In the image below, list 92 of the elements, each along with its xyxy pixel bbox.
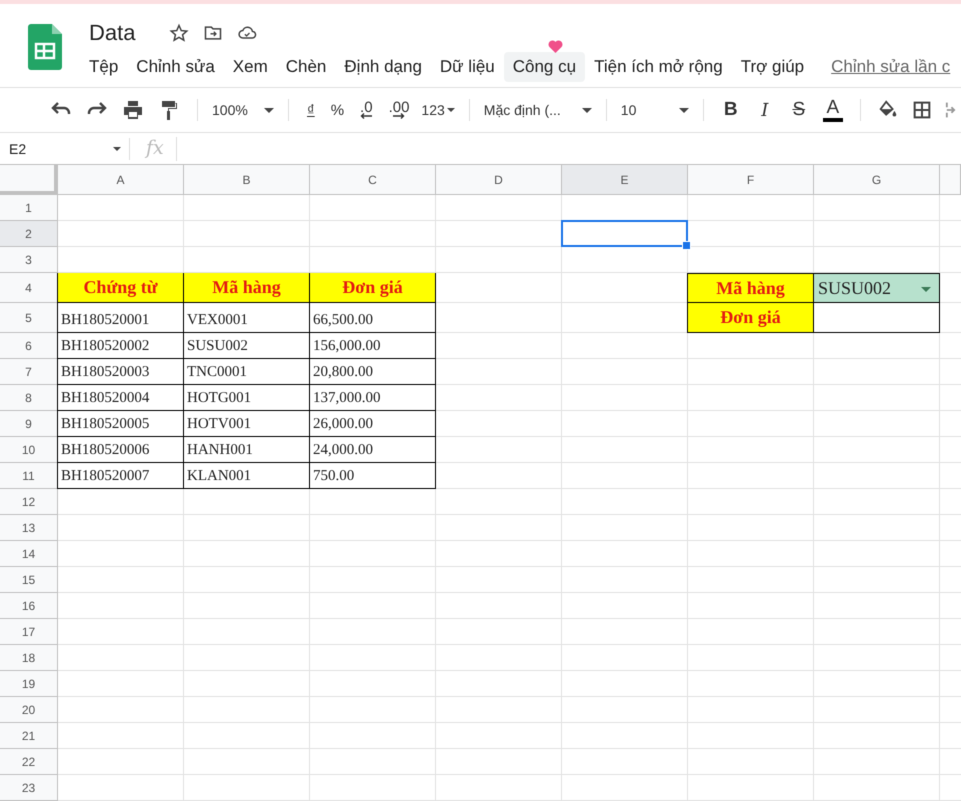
- font-dropdown[interactable]: Mặc định (...: [480, 98, 596, 122]
- table-cell: BH180520005: [57, 411, 184, 437]
- row-header[interactable]: 3: [0, 247, 58, 273]
- menu-item[interactable]: Trợ giúp: [732, 52, 814, 82]
- table-cell: 26,000.00: [310, 411, 436, 437]
- row-header[interactable]: 16: [0, 593, 58, 619]
- lookup-value-cell[interactable]: [814, 303, 940, 333]
- column-header[interactable]: G: [814, 165, 940, 195]
- row-header[interactable]: 17: [0, 619, 58, 645]
- menu-item[interactable]: Tiện ích mở rộng: [585, 52, 732, 82]
- row-header[interactable]: 7: [0, 359, 58, 385]
- table-header-cell: Mã hàng: [184, 273, 310, 303]
- column-header[interactable]: B: [184, 165, 310, 195]
- table-cell: HOTV001: [184, 411, 310, 437]
- row-header[interactable]: 18: [0, 645, 58, 671]
- row-header[interactable]: 1: [0, 195, 58, 221]
- table-cell: BH180520002: [57, 333, 184, 359]
- function-label: fx: [130, 136, 177, 160]
- increase-decimals-button[interactable]: .00: [388, 101, 410, 119]
- row-header[interactable]: 21: [0, 723, 58, 749]
- strikethrough-button[interactable]: S: [788, 99, 809, 121]
- percent-format-button[interactable]: %: [330, 102, 344, 118]
- menu-item[interactable]: Xem: [224, 52, 277, 82]
- borders-icon[interactable]: [910, 99, 933, 121]
- row-header[interactable]: 10: [0, 437, 58, 463]
- lookup-label-cell: Mã hàng: [687, 273, 814, 303]
- column-header[interactable]: D: [436, 165, 562, 195]
- table-cell: 137,000.00: [310, 385, 436, 411]
- table-cell: BH180520004: [57, 385, 184, 411]
- decrease-decimals-button[interactable]: .0: [360, 101, 373, 119]
- number-format-dropdown[interactable]: 123: [417, 98, 459, 122]
- table-cell: BH180520007: [57, 463, 184, 489]
- document-title[interactable]: Data: [89, 20, 136, 46]
- row-header[interactable]: 12: [0, 489, 58, 515]
- zoom-dropdown[interactable]: 100%: [208, 98, 278, 122]
- menu-item[interactable]: Định dạng: [335, 52, 431, 82]
- heart-icon: [548, 40, 564, 53]
- font-size-dropdown[interactable]: 10: [616, 98, 693, 122]
- table-header-cell: Đơn giá: [310, 273, 436, 303]
- menu-item[interactable]: Dữ liệu: [430, 52, 504, 82]
- text-color-button[interactable]: A: [822, 98, 843, 122]
- table-cell: 24,000.00: [310, 437, 436, 463]
- name-box[interactable]: E2: [0, 138, 130, 160]
- star-icon[interactable]: [169, 23, 190, 43]
- row-header[interactable]: 15: [0, 567, 58, 593]
- column-header[interactable]: A: [58, 165, 184, 195]
- menu-item[interactable]: Công cụ: [504, 52, 586, 82]
- row-header[interactable]: 9: [0, 411, 58, 437]
- sheets-logo-icon[interactable]: [28, 24, 62, 70]
- row-header[interactable]: 11: [0, 463, 58, 489]
- menu-item[interactable]: Chèn: [276, 52, 336, 82]
- row-header[interactable]: 4: [0, 273, 58, 303]
- column-header[interactable]: E: [562, 165, 688, 195]
- bold-button[interactable]: B: [720, 99, 741, 121]
- table-cell: 20,800.00: [310, 359, 436, 385]
- table-cell: 156,000.00: [310, 333, 436, 359]
- row-header[interactable]: 13: [0, 515, 58, 541]
- column-header[interactable]: F: [688, 165, 814, 195]
- row-header[interactable]: 23: [0, 775, 58, 801]
- lookup-label-cell: Đơn giá: [687, 303, 814, 333]
- dropdown-cell[interactable]: SUSU002: [814, 273, 940, 303]
- table-cell: 66,500.00: [310, 303, 436, 333]
- row-header[interactable]: 19: [0, 671, 58, 697]
- table-cell: HANH001: [184, 437, 310, 463]
- table-cell: HOTG001: [184, 385, 310, 411]
- row-header[interactable]: 20: [0, 697, 58, 723]
- row-header[interactable]: 5: [0, 303, 58, 333]
- table-cell: KLAN001: [184, 463, 310, 489]
- table-cell: BH180520006: [57, 437, 184, 463]
- column-header[interactable]: C: [310, 165, 436, 195]
- menu-item[interactable]: Tệp: [80, 52, 128, 82]
- last-edit-link[interactable]: Chỉnh sửa lần c: [831, 57, 950, 77]
- table-cell: BH180520001: [57, 303, 184, 333]
- left-arrow-icon: [360, 113, 372, 119]
- row-header[interactable]: 22: [0, 749, 58, 775]
- table-cell: BH180520003: [57, 359, 184, 385]
- table-header-cell: Chứng từ: [57, 273, 184, 303]
- row-header[interactable]: 8: [0, 385, 58, 411]
- selected-cell[interactable]: [561, 220, 688, 247]
- row-header[interactable]: 2: [0, 221, 58, 247]
- row-header[interactable]: 14: [0, 541, 58, 567]
- table-cell: SUSU002: [184, 333, 310, 359]
- table-cell: 750.00: [310, 463, 436, 489]
- fill-handle[interactable]: [682, 241, 691, 250]
- italic-button[interactable]: I: [754, 100, 775, 120]
- menu-item[interactable]: Chỉnh sửa: [127, 52, 224, 82]
- table-cell: TNC0001: [184, 359, 310, 385]
- row-header[interactable]: 6: [0, 333, 58, 359]
- currency-format-button[interactable]: ₫: [307, 102, 315, 118]
- right-arrow-icon: [392, 113, 405, 119]
- table-cell: VEX0001: [184, 303, 310, 333]
- print-icon[interactable]: [121, 98, 145, 122]
